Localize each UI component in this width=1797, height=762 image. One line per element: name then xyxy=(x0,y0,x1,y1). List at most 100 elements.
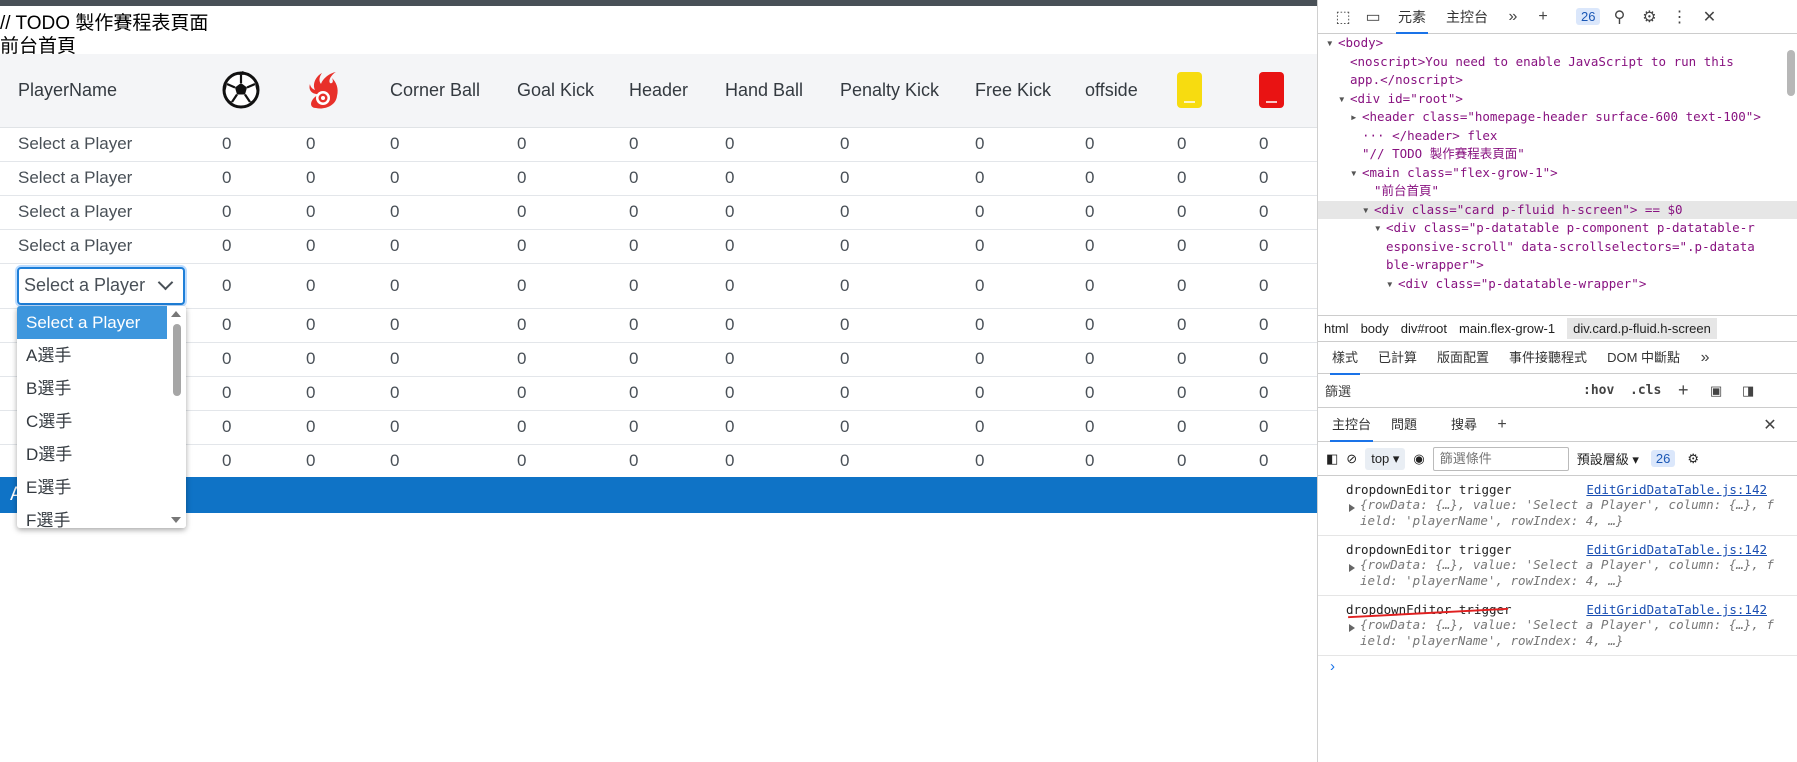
player-option[interactable]: E選手 xyxy=(17,471,167,504)
table-row[interactable]: 00000000000 xyxy=(0,376,1317,410)
stat-cell[interactable]: 0 xyxy=(499,161,611,195)
table-row[interactable]: 00000000000 xyxy=(0,342,1317,376)
dom-tree-scrollbar[interactable] xyxy=(1787,38,1795,306)
table-row[interactable]: Select a Player 0 0 0 0 0 0 0 0 0 0 0 xyxy=(0,127,1317,161)
expand-arrow-icon[interactable]: ▸ xyxy=(1350,108,1362,127)
stat-cell[interactable]: 0 xyxy=(372,161,499,195)
stat-cell[interactable]: 0 xyxy=(204,410,288,444)
table-row[interactable]: Select a Player 0 0 0 0 0 0 0 0 0 0 0 xyxy=(0,161,1317,195)
add-tab-icon[interactable]: + xyxy=(1528,2,1558,32)
stat-cell[interactable]: 0 xyxy=(707,161,822,195)
dom-node[interactable]: ▾ <div class="p-datatable p-component p-d… xyxy=(1318,219,1797,238)
more-styles-tabs-icon[interactable]: » xyxy=(1690,343,1720,373)
stat-cell[interactable]: 0 xyxy=(822,229,957,263)
live-expression-eye-icon[interactable]: ◉ xyxy=(1413,451,1424,467)
more-options-icon[interactable]: ⋮ xyxy=(1664,2,1694,32)
stat-cell[interactable]: 0 xyxy=(1241,308,1317,342)
stat-cell[interactable]: 0 xyxy=(707,376,822,410)
dom-node[interactable]: app.</noscript> xyxy=(1318,71,1797,90)
stat-cell[interactable]: 0 xyxy=(288,308,372,342)
stat-cell[interactable]: 0 xyxy=(372,308,499,342)
stat-cell[interactable]: 0 xyxy=(1067,444,1159,478)
scroll-up-arrow-icon[interactable] xyxy=(171,311,181,317)
log-source-link[interactable]: EditGridDataTable.js:142 xyxy=(1586,542,1767,557)
stat-cell[interactable]: 0 xyxy=(499,444,611,478)
stat-cell[interactable]: 0 xyxy=(1067,161,1159,195)
stat-cell[interactable]: 0 xyxy=(1159,410,1241,444)
breadcrumb-item[interactable]: div#root xyxy=(1401,321,1447,336)
player-name-cell[interactable]: Select a Player xyxy=(0,161,204,195)
close-devtools-icon[interactable]: ✕ xyxy=(1694,2,1724,32)
stat-cell[interactable]: 0 xyxy=(499,263,611,308)
col-yellow-card[interactable] xyxy=(1159,54,1241,127)
stat-cell[interactable]: 0 xyxy=(822,342,957,376)
player-dropdown-panel[interactable]: Select a Player A選手 B選手 C選手 D選手 E選手 F選手 xyxy=(17,306,186,528)
stat-cell[interactable]: 0 xyxy=(499,127,611,161)
stat-cell[interactable]: 0 xyxy=(957,342,1067,376)
stat-cell[interactable]: 0 xyxy=(288,161,372,195)
stat-cell[interactable]: 0 xyxy=(611,161,707,195)
stat-cell[interactable]: 0 xyxy=(822,376,957,410)
hov-toggle[interactable]: :hov xyxy=(1583,383,1614,398)
stat-cell[interactable]: 0 xyxy=(707,127,822,161)
player-option[interactable]: D選手 xyxy=(17,438,167,471)
tab-elements[interactable]: 元素 xyxy=(1388,0,1436,34)
player-select-dropdown[interactable]: Select a Player xyxy=(17,266,185,305)
dom-node[interactable]: "前台首頁" xyxy=(1318,182,1797,201)
stat-cell[interactable]: 0 xyxy=(1241,127,1317,161)
stat-cell[interactable]: 0 xyxy=(957,263,1067,308)
dom-node[interactable]: ▾ <div class="card p-fluid h-screen"> == … xyxy=(1318,200,1797,219)
stat-cell[interactable]: 0 xyxy=(499,195,611,229)
stat-cell[interactable]: 0 xyxy=(372,127,499,161)
styles-tab[interactable]: 已計算 xyxy=(1368,341,1427,375)
stat-cell[interactable]: 0 xyxy=(1241,263,1317,308)
expand-object-icon[interactable] xyxy=(1349,504,1355,512)
stat-cell[interactable]: 0 xyxy=(1067,127,1159,161)
stat-cell[interactable]: 0 xyxy=(204,161,288,195)
stat-cell[interactable]: 0 xyxy=(957,229,1067,263)
console-log-entry[interactable]: dropdownEditor trigger EditGridDataTable.… xyxy=(1318,596,1797,656)
stat-cell[interactable]: 0 xyxy=(1159,263,1241,308)
drawer-tab[interactable]: 問題 xyxy=(1381,408,1427,442)
dom-node[interactable]: ▾ <body> xyxy=(1318,34,1797,53)
log-source-link[interactable]: EditGridDataTable.js:142 xyxy=(1586,482,1767,497)
stat-cell[interactable]: 0 xyxy=(957,410,1067,444)
table-row[interactable]: 00000000000 xyxy=(0,308,1317,342)
stat-cell[interactable]: 0 xyxy=(1067,376,1159,410)
inspect-icon[interactable]: ⬚ xyxy=(1328,2,1358,32)
stat-cell[interactable]: 0 xyxy=(204,444,288,478)
sidebar-toggle-icon[interactable]: ◨ xyxy=(1742,383,1754,399)
stat-cell[interactable]: 0 xyxy=(611,376,707,410)
stat-cell[interactable]: 0 xyxy=(822,263,957,308)
stat-cell[interactable]: 0 xyxy=(1241,195,1317,229)
stat-cell[interactable]: 0 xyxy=(204,263,288,308)
col-goal-kick[interactable]: Goal Kick xyxy=(499,54,611,127)
scroll-down-arrow-icon[interactable] xyxy=(171,517,181,523)
dom-node[interactable]: ▾ <main class="flex-grow-1"> xyxy=(1318,164,1797,183)
stat-cell[interactable]: 0 xyxy=(1241,376,1317,410)
stat-cell[interactable]: 0 xyxy=(204,376,288,410)
log-object-line[interactable]: {rowData: {…}, value: 'Select a Player',… xyxy=(1346,557,1789,573)
stat-cell[interactable]: 0 xyxy=(822,410,957,444)
more-tabs-icon[interactable]: » xyxy=(1498,2,1528,32)
table-footer-bar[interactable]: A xyxy=(0,477,1317,513)
stat-cell[interactable]: 0 xyxy=(822,161,957,195)
log-levels-select[interactable]: 預設層級 ▾ xyxy=(1577,449,1639,468)
expand-arrow-icon[interactable]: ▾ xyxy=(1374,219,1386,238)
stat-cell[interactable]: 0 xyxy=(611,195,707,229)
stat-cell[interactable]: 0 xyxy=(707,308,822,342)
breadcrumb-item[interactable]: body xyxy=(1361,321,1389,336)
tab-console[interactable]: 主控台 xyxy=(1436,0,1498,34)
dom-node[interactable]: esponsive-scroll" data-scrollselectors="… xyxy=(1318,238,1797,257)
stat-cell[interactable]: 0 xyxy=(1159,342,1241,376)
console-log-entry[interactable]: dropdownEditor trigger EditGridDataTable.… xyxy=(1318,536,1797,596)
expand-arrow-icon[interactable]: ▾ xyxy=(1386,275,1398,294)
stat-cell[interactable]: 0 xyxy=(1241,410,1317,444)
dom-node[interactable]: <noscript>You need to enable JavaScript … xyxy=(1318,53,1797,72)
stat-cell[interactable]: 0 xyxy=(822,308,957,342)
stat-cell[interactable]: 0 xyxy=(822,195,957,229)
stat-cell[interactable]: 0 xyxy=(372,263,499,308)
table-row[interactable]: 00000000000 xyxy=(0,444,1317,478)
stat-cell[interactable]: 0 xyxy=(372,444,499,478)
dom-node[interactable]: ▾ <div id="root"> xyxy=(1318,90,1797,109)
